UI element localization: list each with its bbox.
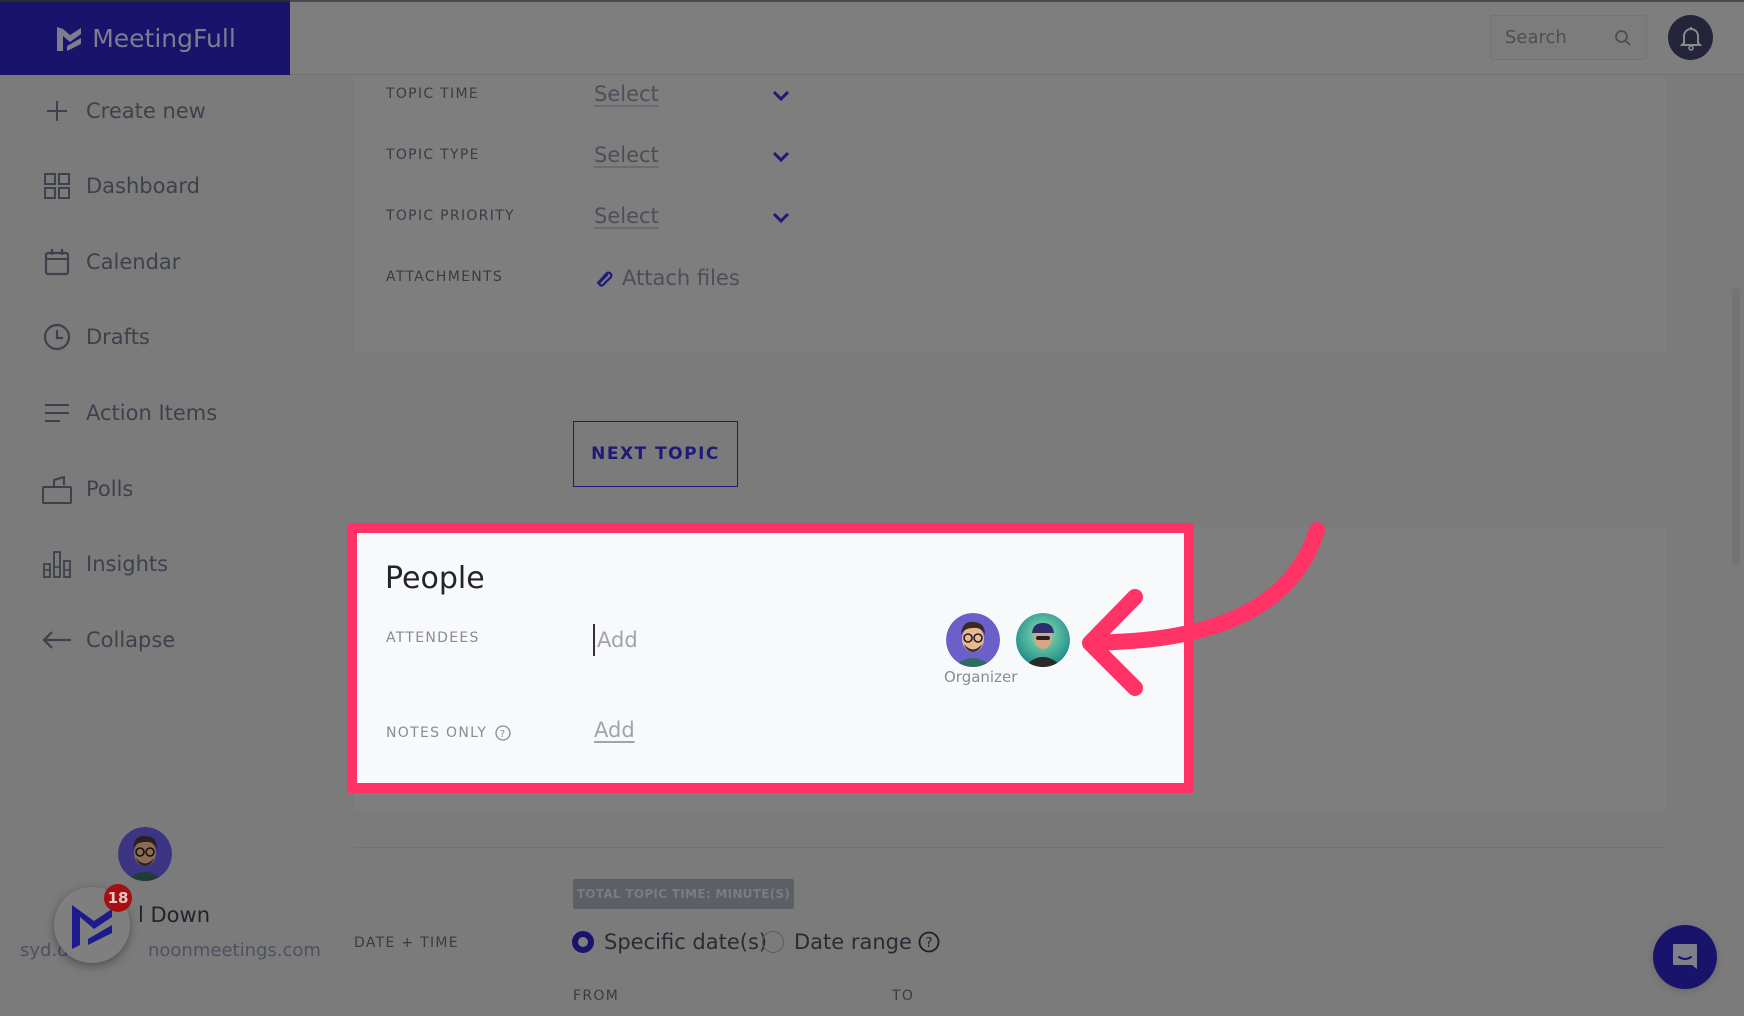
- chat-support-button[interactable]: [1653, 925, 1717, 989]
- radio-label: Specific date(s): [604, 930, 768, 954]
- bar-chart-icon: [42, 549, 72, 579]
- notes-only-add-link[interactable]: Add: [594, 718, 635, 742]
- notification-count-badge: 18: [104, 884, 132, 912]
- notes-only-label: NOTES ONLY: [386, 725, 488, 741]
- sidebar-item-insights[interactable]: Insights: [42, 544, 168, 584]
- radio-unselected-icon: [762, 931, 784, 953]
- arrow-left-icon: [42, 625, 72, 655]
- organizer-avatar[interactable]: [946, 613, 1000, 667]
- sidebar-item-drafts[interactable]: Drafts: [42, 317, 150, 357]
- sidebar-item-label: Calendar: [86, 250, 181, 274]
- section-divider: [354, 847, 1666, 848]
- notes-only-label-group: NOTES ONLY ?: [386, 725, 511, 741]
- brand-name: MeetingFull: [92, 24, 236, 53]
- meetingfull-logo-icon: [57, 26, 82, 51]
- calendar-icon: [42, 247, 72, 277]
- topic-type-select[interactable]: Select: [594, 143, 659, 167]
- topic-priority-select[interactable]: Select: [594, 204, 659, 228]
- attach-files-button[interactable]: Attach files: [594, 266, 740, 290]
- people-title: People: [385, 561, 485, 596]
- sidebar-item-label: Action Items: [86, 401, 218, 425]
- topic-time-label: TOPIC TIME: [386, 86, 479, 102]
- help-icon[interactable]: ?: [918, 931, 940, 953]
- topic-priority-label: TOPIC PRIORITY: [386, 208, 515, 224]
- to-label: TO: [892, 988, 915, 1004]
- clock-icon: [42, 322, 72, 352]
- search-icon[interactable]: [1614, 29, 1632, 47]
- sidebar-item-label: Polls: [86, 477, 134, 501]
- help-icon[interactable]: ?: [495, 725, 511, 741]
- sidebar-item-action-items[interactable]: Action Items: [42, 393, 217, 433]
- radio-date-range[interactable]: Date range ?: [762, 930, 940, 954]
- search-input[interactable]: Search: [1490, 15, 1647, 60]
- paperclip-icon: [596, 271, 613, 287]
- chevron-down-icon[interactable]: [772, 90, 790, 102]
- sidebar-item-label: Create new: [86, 99, 206, 123]
- sidebar-item-calendar[interactable]: Calendar: [42, 242, 180, 282]
- grid-icon: [42, 171, 72, 201]
- organizer-label: Organizer: [944, 668, 1018, 686]
- avatar-attendee-icon: [1016, 613, 1070, 667]
- svg-text:?: ?: [925, 936, 932, 951]
- sidebar-item-collapse[interactable]: Collapse: [42, 620, 175, 660]
- topic-time-select[interactable]: Select: [594, 82, 659, 106]
- sidebar-item-label: Dashboard: [86, 174, 200, 198]
- sidebar-item-create-new[interactable]: Create new: [42, 91, 206, 131]
- chevron-down-icon[interactable]: [772, 151, 790, 163]
- plus-icon: [42, 96, 72, 126]
- user-avatar[interactable]: [118, 827, 172, 881]
- from-label: FROM: [573, 988, 620, 1004]
- bell-icon: [1679, 26, 1702, 51]
- sidebar-item-dashboard[interactable]: Dashboard: [42, 166, 200, 206]
- sidebar-item-label: Drafts: [86, 325, 150, 349]
- chevron-down-icon[interactable]: [772, 212, 790, 224]
- total-topic-time-badge: TOTAL TOPIC TIME: MINUTE(S): [573, 879, 794, 909]
- radio-label: Date range: [794, 930, 912, 954]
- date-time-label: DATE + TIME: [354, 935, 459, 951]
- user-name: l Down: [138, 903, 211, 927]
- attendees-input[interactable]: [593, 624, 893, 656]
- attendee-avatar[interactable]: [1016, 613, 1070, 667]
- page-scrollbar[interactable]: [1732, 288, 1740, 566]
- radio-specific-dates[interactable]: Specific date(s): [572, 930, 767, 954]
- avatar-organizer-icon: [946, 613, 1000, 667]
- sidebar-item-polls[interactable]: Polls: [42, 469, 133, 509]
- radio-selected-icon: [572, 931, 594, 953]
- sidebar-item-label: Collapse: [86, 628, 176, 652]
- attachments-label: ATTACHMENTS: [386, 269, 504, 285]
- next-topic-button[interactable]: NEXT TOPIC: [573, 421, 738, 487]
- list-icon: [42, 398, 72, 428]
- sidebar-item-label: Insights: [86, 552, 169, 576]
- topic-type-label: TOPIC TYPE: [386, 147, 480, 163]
- avatar-user-icon: [118, 827, 172, 881]
- search-placeholder: Search: [1505, 27, 1567, 48]
- topic-details-card: [354, 75, 1666, 352]
- attendees-label: ATTENDEES: [386, 630, 480, 646]
- brand-logo[interactable]: MeetingFull: [0, 0, 290, 75]
- ballot-box-icon: [42, 474, 72, 504]
- attach-files-label: Attach files: [622, 266, 740, 290]
- notifications-button[interactable]: [1668, 15, 1713, 60]
- chat-icon: [1673, 944, 1697, 969]
- user-email-end: noonmeetings.com: [148, 940, 321, 961]
- svg-text:?: ?: [500, 729, 507, 740]
